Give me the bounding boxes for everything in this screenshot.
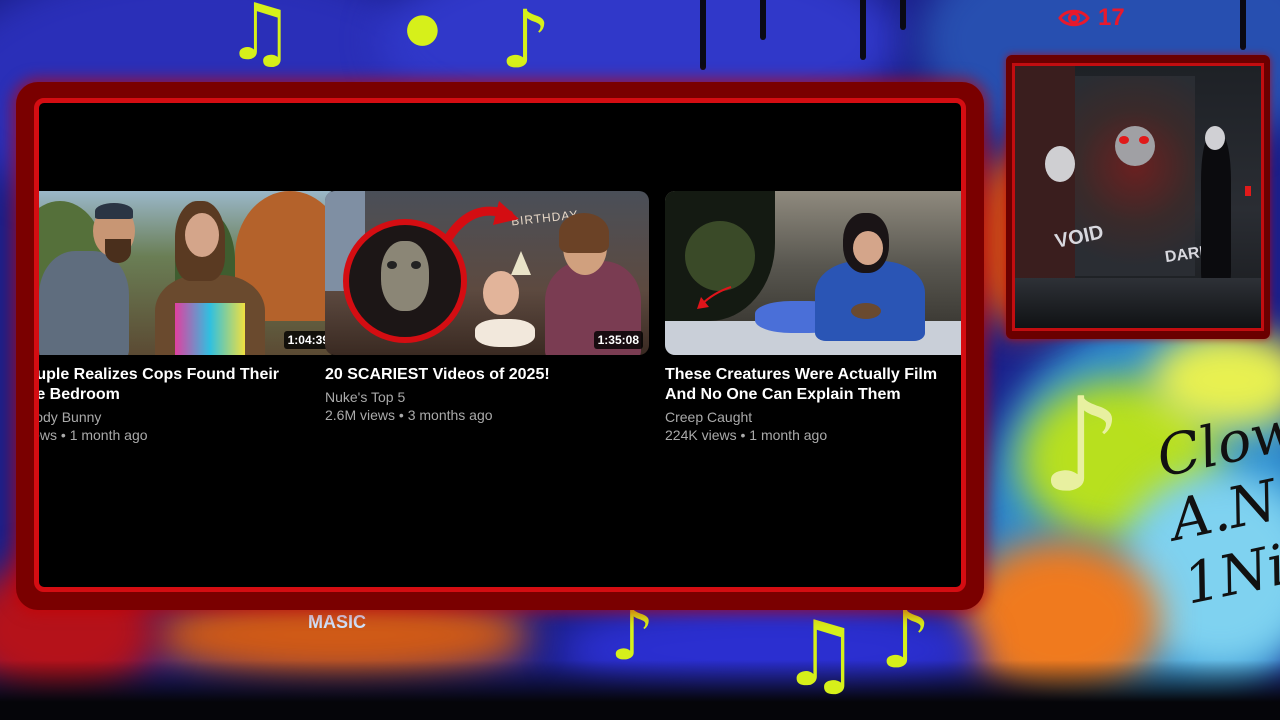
eye-icon xyxy=(1058,6,1090,30)
overlay-artwork: VOID DARK xyxy=(1012,63,1264,331)
music-note-icon: ♪ xyxy=(1040,369,1123,521)
video-meta: 224K views • 1 month ago xyxy=(665,427,828,443)
music-note-icon: ♫ xyxy=(225,0,295,78)
channel-name[interactable]: Creep Caught xyxy=(665,409,961,425)
video-thumbnail[interactable]: BIRTHDAY 1:35:08 xyxy=(325,191,649,355)
music-note-icon: ♪ xyxy=(610,594,655,676)
video-thumbnail[interactable]: 2: xyxy=(665,191,966,355)
video-duration: 2: xyxy=(964,331,966,349)
channel-name[interactable]: Bloody Bunny xyxy=(39,409,339,425)
music-note-icon: ● xyxy=(405,5,440,51)
video-duration: 1:35:08 xyxy=(593,331,643,349)
video-panel-frame: 1:04:39 Couple Realizes Cops Found Their… xyxy=(16,82,984,610)
video-thumbnail[interactable]: 1:04:39 xyxy=(39,191,339,355)
video-title[interactable]: These Creatures Were Actually Film And N… xyxy=(665,365,961,405)
video-title[interactable]: 20 SCARIEST Videos of 2025! xyxy=(325,365,649,385)
video-card[interactable]: BIRTHDAY 1:35:08 20 SCARIEST Videos of 2… xyxy=(325,191,649,423)
graffiti-tag: MASIC xyxy=(308,612,366,632)
video-meta: 2.6M views • 3 months ago xyxy=(325,407,493,423)
video-title[interactable]: Couple Realizes Cops Found Their ture Be… xyxy=(39,365,339,405)
video-meta: l views • 1 month ago xyxy=(34,427,148,443)
video-panel: 1:04:39 Couple Realizes Cops Found Their… xyxy=(34,98,966,592)
music-note-icon: ♪ xyxy=(500,0,552,86)
video-row: 1:04:39 Couple Realizes Cops Found Their… xyxy=(39,191,961,451)
overlay-artwork-frame: VOID DARK xyxy=(1006,55,1270,339)
viewer-count: 17 xyxy=(1058,4,1125,32)
video-card[interactable]: 2: These Creatures Were Actually Film An… xyxy=(665,191,966,443)
viewer-count-value: 17 xyxy=(1098,4,1125,31)
music-note-icon: ♫ xyxy=(780,602,861,707)
channel-name[interactable]: Nuke's Top 5 xyxy=(325,389,649,405)
hooded-figure xyxy=(1201,136,1231,286)
video-card[interactable]: 1:04:39 Couple Realizes Cops Found Their… xyxy=(34,191,339,443)
music-note-icon: ♪ xyxy=(880,593,932,686)
